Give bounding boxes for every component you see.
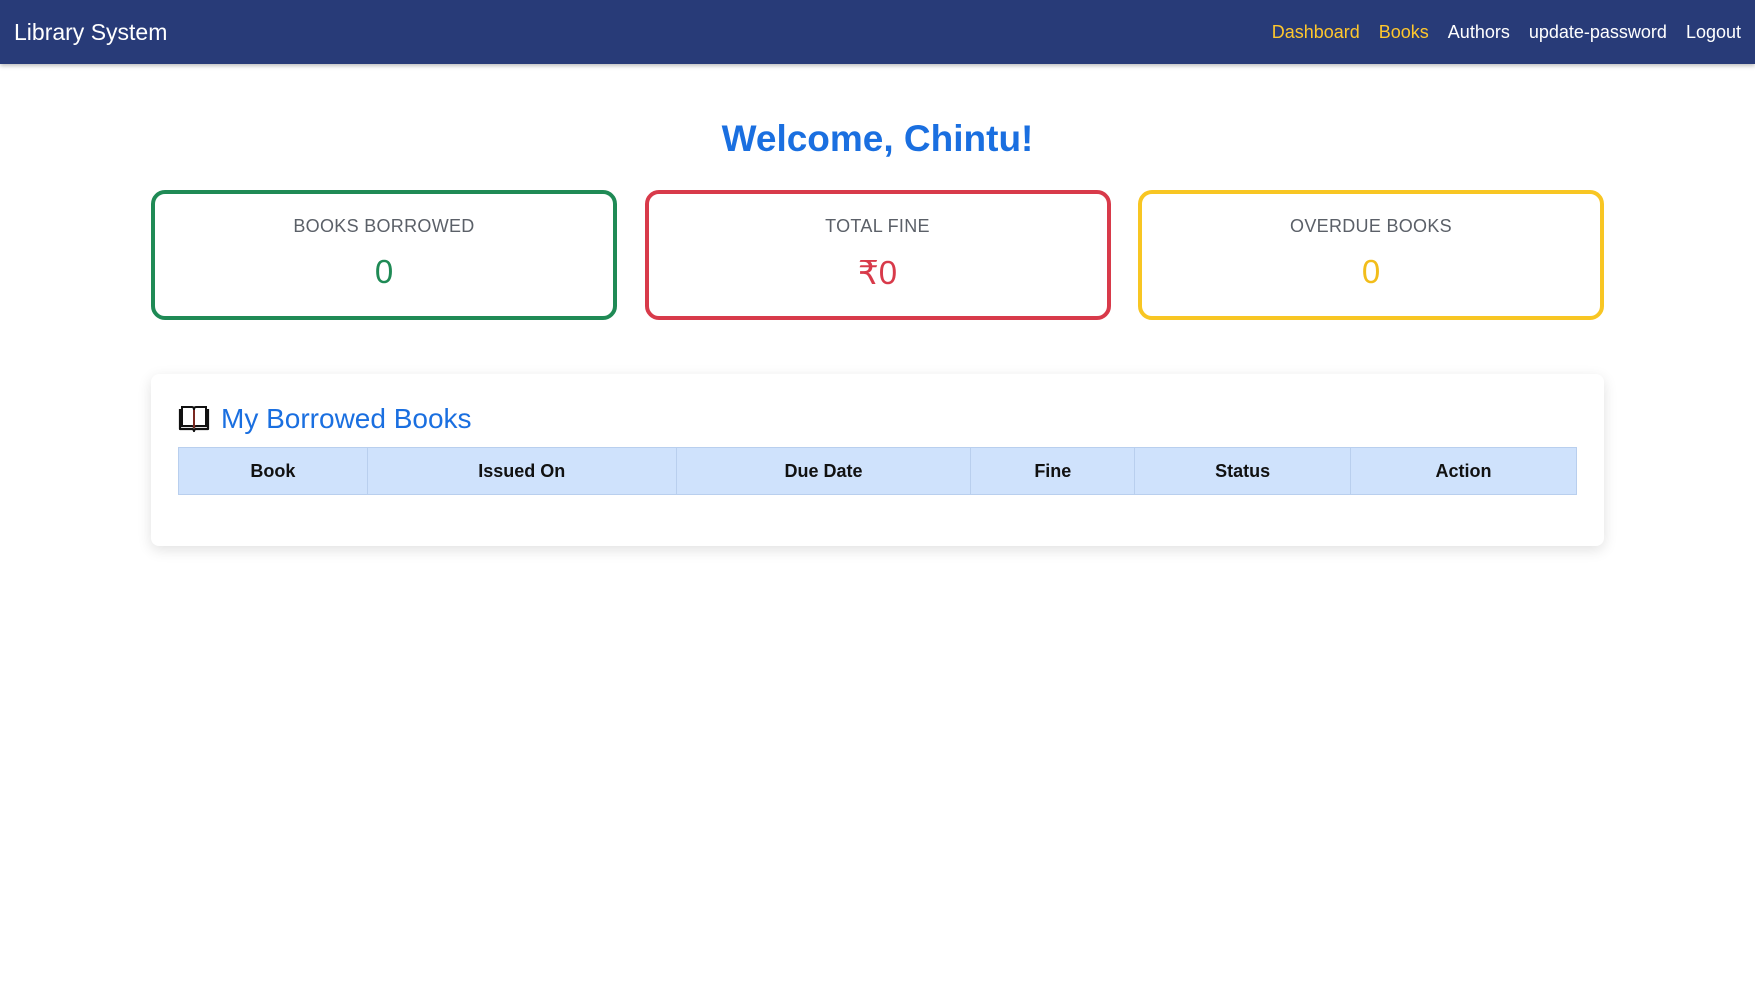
overdue-books-card: OVERDUE BOOKS 0 (1138, 190, 1604, 320)
welcome-heading: Welcome, Chintu! (721, 118, 1034, 159)
nav-update-password-link[interactable]: update-password (1529, 22, 1667, 43)
overdue-books-label: OVERDUE BOOKS (1290, 216, 1452, 236)
borrowed-books-title: My Borrowed Books (221, 403, 472, 434)
stats-row: BOOKS BORROWED 0 TOTAL FINE ₹0 OVERDUE B… (151, 190, 1604, 320)
column-header-book: Book (178, 447, 368, 495)
overdue-books-value: 0 (1361, 253, 1381, 290)
borrowed-books-panel: My Borrowed Books Book Issued On Due Dat… (151, 374, 1604, 546)
column-header-status: Status (1134, 447, 1352, 495)
nav-books-link[interactable]: Books (1379, 22, 1429, 43)
books-borrowed-value: 0 (374, 253, 394, 290)
books-borrowed-card: BOOKS BORROWED 0 (151, 190, 617, 320)
nav-authors-link[interactable]: Authors (1448, 22, 1510, 43)
nav-dashboard-link[interactable]: Dashboard (1272, 22, 1360, 43)
total-fine-label: TOTAL FINE (825, 216, 930, 236)
total-fine-card: TOTAL FINE ₹0 (644, 190, 1111, 320)
table-header-row: Book Issued On Due Date Fine Status Acti… (178, 447, 1577, 495)
borrowed-books-table: Book Issued On Due Date Fine Status Acti… (178, 447, 1577, 495)
brand-title[interactable]: Library System (14, 19, 167, 46)
nav-links: Dashboard Books Authors update-password … (1253, 22, 1741, 43)
open-book-icon (178, 405, 210, 433)
nav-logout-link[interactable]: Logout (1686, 22, 1741, 43)
column-header-action: Action (1350, 447, 1577, 495)
books-borrowed-label: BOOKS BORROWED (293, 216, 475, 236)
column-header-fine: Fine (970, 447, 1136, 495)
column-header-due-date: Due Date (675, 447, 972, 495)
total-fine-value: ₹0 (857, 254, 898, 291)
top-navbar: Library System Dashboard Books Authors u… (0, 0, 1755, 64)
borrowed-books-header: My Borrowed Books (178, 402, 1577, 436)
column-header-issued-on: Issued On (366, 447, 677, 495)
